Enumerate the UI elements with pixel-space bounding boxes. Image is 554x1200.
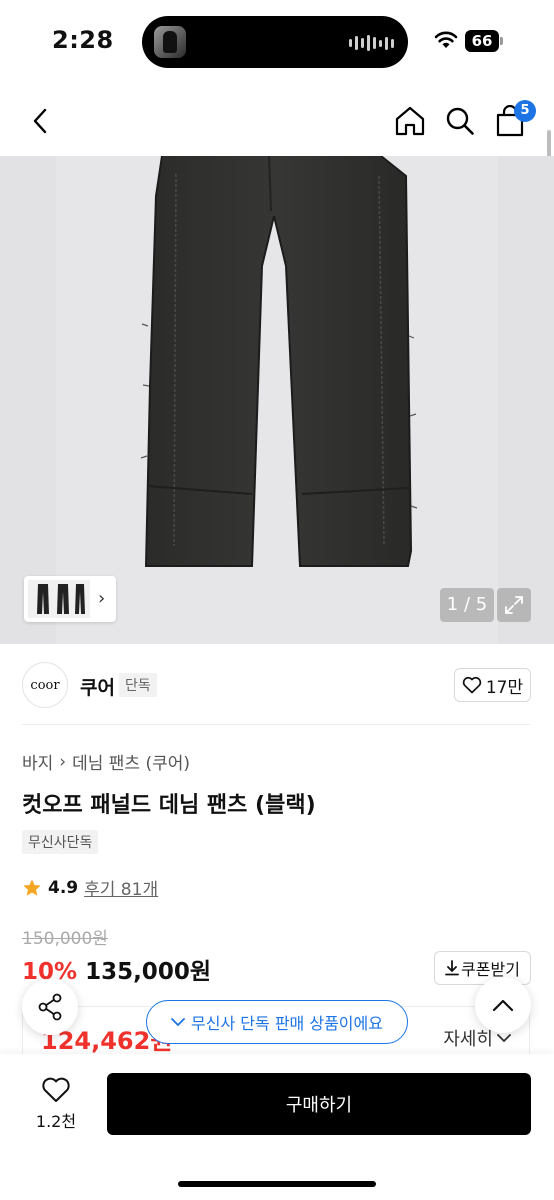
sale-price: 135,000원 [85, 959, 211, 985]
chevron-up-icon [492, 999, 514, 1012]
rating-row: 4.9 후기 81개 [22, 875, 158, 900]
chevron-down-icon [171, 1018, 185, 1027]
dynamic-island[interactable] [142, 16, 408, 68]
thumbnail-strip[interactable]: › [24, 576, 116, 622]
image-page-counter: 1 / 5 [440, 588, 494, 622]
share-button[interactable] [22, 979, 78, 1035]
home-button[interactable] [388, 96, 432, 146]
product-image-gallery[interactable]: › 1 / 5 [0, 156, 554, 644]
breadcrumb: 바지 › 데님 팬츠 (쿠어) [22, 749, 190, 775]
wifi-icon [434, 31, 458, 48]
buy-button[interactable]: 구매하기 [107, 1073, 531, 1135]
search-button[interactable] [438, 96, 482, 146]
product-title: 컷오프 패널드 데님 팬츠 (블랙) [22, 793, 316, 818]
brand-logo[interactable]: coor [22, 662, 68, 708]
cart-button[interactable]: 5 [488, 96, 536, 146]
original-price: 150,000원 [22, 929, 108, 949]
chevron-right-icon[interactable]: › [98, 588, 105, 609]
toast-text: 무신사 단독 판매 상품이에요 [191, 1014, 383, 1033]
exclusive-toast[interactable]: 무신사 단독 판매 상품이에요 [146, 1000, 408, 1044]
expand-icon [505, 596, 523, 614]
scroll-top-button[interactable] [475, 977, 531, 1033]
battery-indicator: 66 [465, 30, 503, 52]
exclusive-chip: 무신사단독 [22, 830, 99, 854]
brand-row: coor 쿠어 단독 17만 [0, 660, 554, 710]
heart-icon [462, 676, 482, 694]
product-photo[interactable] [56, 156, 498, 644]
back-button[interactable] [18, 96, 62, 146]
search-icon [446, 107, 474, 135]
audio-wave-icon [349, 34, 394, 52]
download-icon [445, 960, 459, 976]
denim-pants-image [140, 156, 418, 567]
divider [22, 724, 530, 725]
breadcrumb-subcategory[interactable]: 데님 팬츠 (쿠어) [72, 749, 190, 774]
star-icon [23, 879, 41, 896]
bottom-action-bar: 1.2천 구매하기 [0, 1054, 554, 1200]
status-time: 2:28 [52, 26, 114, 54]
breadcrumb-separator-icon: › [59, 751, 67, 772]
brand-like-button[interactable]: 17만 [454, 668, 531, 702]
wishlist-count: 1.2천 [35, 1112, 77, 1131]
thumbnail-image[interactable] [28, 580, 90, 618]
battery-level: 66 [465, 30, 499, 52]
rating-value: 4.9 [48, 877, 79, 898]
now-playing-artwork [154, 26, 186, 58]
home-indicator [178, 1181, 376, 1187]
chevron-left-icon [33, 108, 47, 134]
share-icon [38, 993, 62, 1021]
top-navigation: 5 [0, 96, 554, 146]
coupon-label: 쿠폰받기 [461, 960, 520, 979]
heart-icon [42, 1077, 70, 1102]
cart-count-badge: 5 [514, 100, 536, 122]
breadcrumb-category[interactable]: 바지 [22, 749, 53, 774]
brand-like-count: 17만 [485, 677, 524, 698]
brand-exclusive-tag: 단독 [119, 673, 157, 697]
wishlist-button[interactable]: 1.2천 [22, 1076, 90, 1140]
status-bar: 2:28 66 [0, 0, 554, 82]
home-icon [395, 106, 425, 136]
price-detail-label: 자세히 [443, 1029, 493, 1050]
brand-name[interactable]: 쿠어 [80, 673, 115, 700]
expand-image-button[interactable] [497, 588, 531, 622]
battery-tip [500, 37, 503, 45]
brand-logo-text: coor [30, 677, 60, 693]
chevron-down-icon [497, 1034, 511, 1043]
reviews-link[interactable]: 후기 81개 [84, 875, 158, 900]
